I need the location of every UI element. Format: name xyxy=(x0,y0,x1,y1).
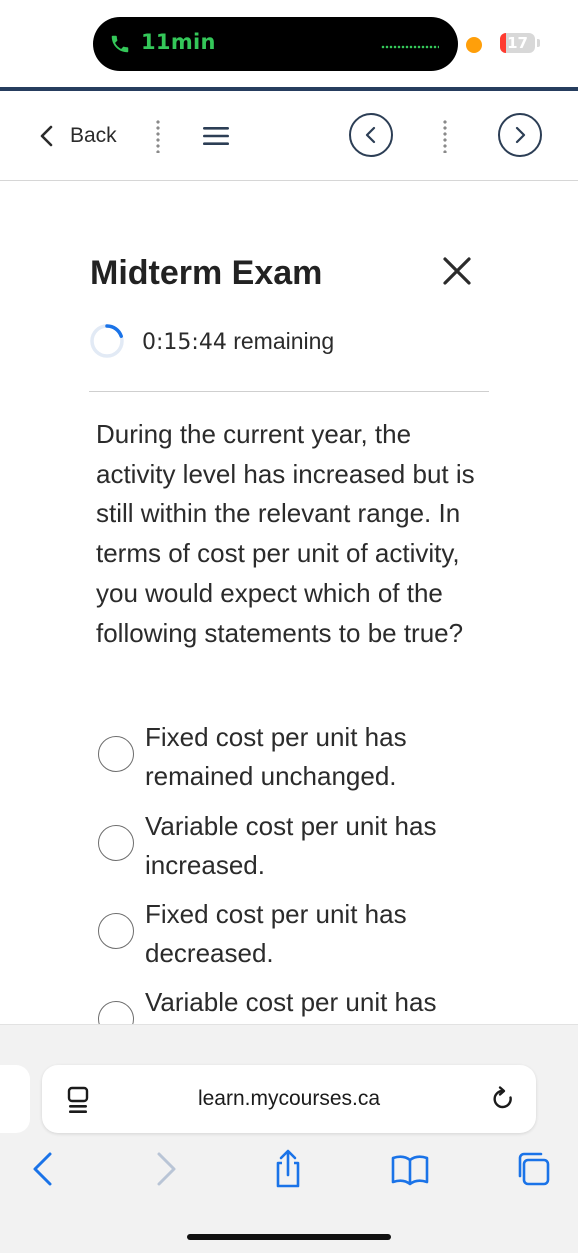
call-duration: 11min xyxy=(141,30,216,54)
timer-suffix: remaining xyxy=(233,327,335,354)
divider xyxy=(89,391,489,392)
option-label: Variable cost per unit has increased. xyxy=(145,811,437,880)
share-icon[interactable] xyxy=(268,1148,308,1190)
timer-progress-icon xyxy=(90,324,124,358)
back-icon[interactable] xyxy=(23,1148,63,1190)
battery-level: 17 xyxy=(507,34,528,52)
address-bar[interactable]: learn.mycourses.ca xyxy=(42,1065,536,1133)
previous-icon xyxy=(365,126,376,144)
question-text: During the current year, the activity le… xyxy=(96,419,475,648)
previous-button[interactable] xyxy=(349,113,393,157)
forward-icon[interactable] xyxy=(146,1148,186,1190)
chevron-left-icon xyxy=(40,125,53,147)
vertical-divider xyxy=(443,119,447,153)
radio-button[interactable] xyxy=(98,825,134,861)
option-label: Variable cost per unit has xyxy=(145,987,437,1017)
back-label: Back xyxy=(70,124,117,147)
timer-value: 0:15:44 xyxy=(142,329,227,355)
tabs-icon[interactable] xyxy=(513,1148,553,1190)
reload-icon[interactable] xyxy=(490,1085,516,1113)
radio-button[interactable] xyxy=(98,913,134,949)
option-label: Fixed cost per unit has decreased. xyxy=(145,899,407,968)
back-button[interactable]: Back xyxy=(38,121,117,151)
home-indicator xyxy=(187,1234,391,1240)
menu-icon[interactable] xyxy=(203,125,229,147)
next-icon xyxy=(515,126,526,144)
status-bar: 11min 17 xyxy=(0,0,578,88)
course-toolbar: Back xyxy=(0,91,578,181)
recording-indicator-icon xyxy=(466,37,482,53)
answer-option[interactable]: Fixed cost per unit has remained unchang… xyxy=(98,718,498,798)
previous-tab-peek[interactable] xyxy=(0,1065,30,1133)
browser-toolbar xyxy=(0,1024,578,1253)
vertical-divider xyxy=(156,119,160,153)
answer-option[interactable]: Fixed cost per unit has decreased. xyxy=(98,895,498,975)
url-text[interactable]: learn.mycourses.ca xyxy=(42,1087,536,1111)
dynamic-island[interactable]: 11min xyxy=(93,17,458,71)
answer-option[interactable]: Variable cost per unit has increased. xyxy=(98,807,498,887)
audio-waveform-icon xyxy=(381,45,439,49)
next-button[interactable] xyxy=(498,113,542,157)
close-icon[interactable] xyxy=(441,255,473,287)
option-label: Fixed cost per unit has remained unchang… xyxy=(145,722,407,791)
time-remaining: 0:15:44 remaining xyxy=(142,328,334,355)
exam-timer: 0:15:44 remaining xyxy=(88,322,334,360)
radio-button[interactable] xyxy=(98,736,134,772)
battery-tip xyxy=(537,39,540,47)
phone-icon xyxy=(111,35,129,53)
exam-title: Midterm Exam xyxy=(90,254,323,292)
battery-icon: 17 xyxy=(500,33,535,53)
bookmarks-icon[interactable] xyxy=(390,1148,430,1190)
